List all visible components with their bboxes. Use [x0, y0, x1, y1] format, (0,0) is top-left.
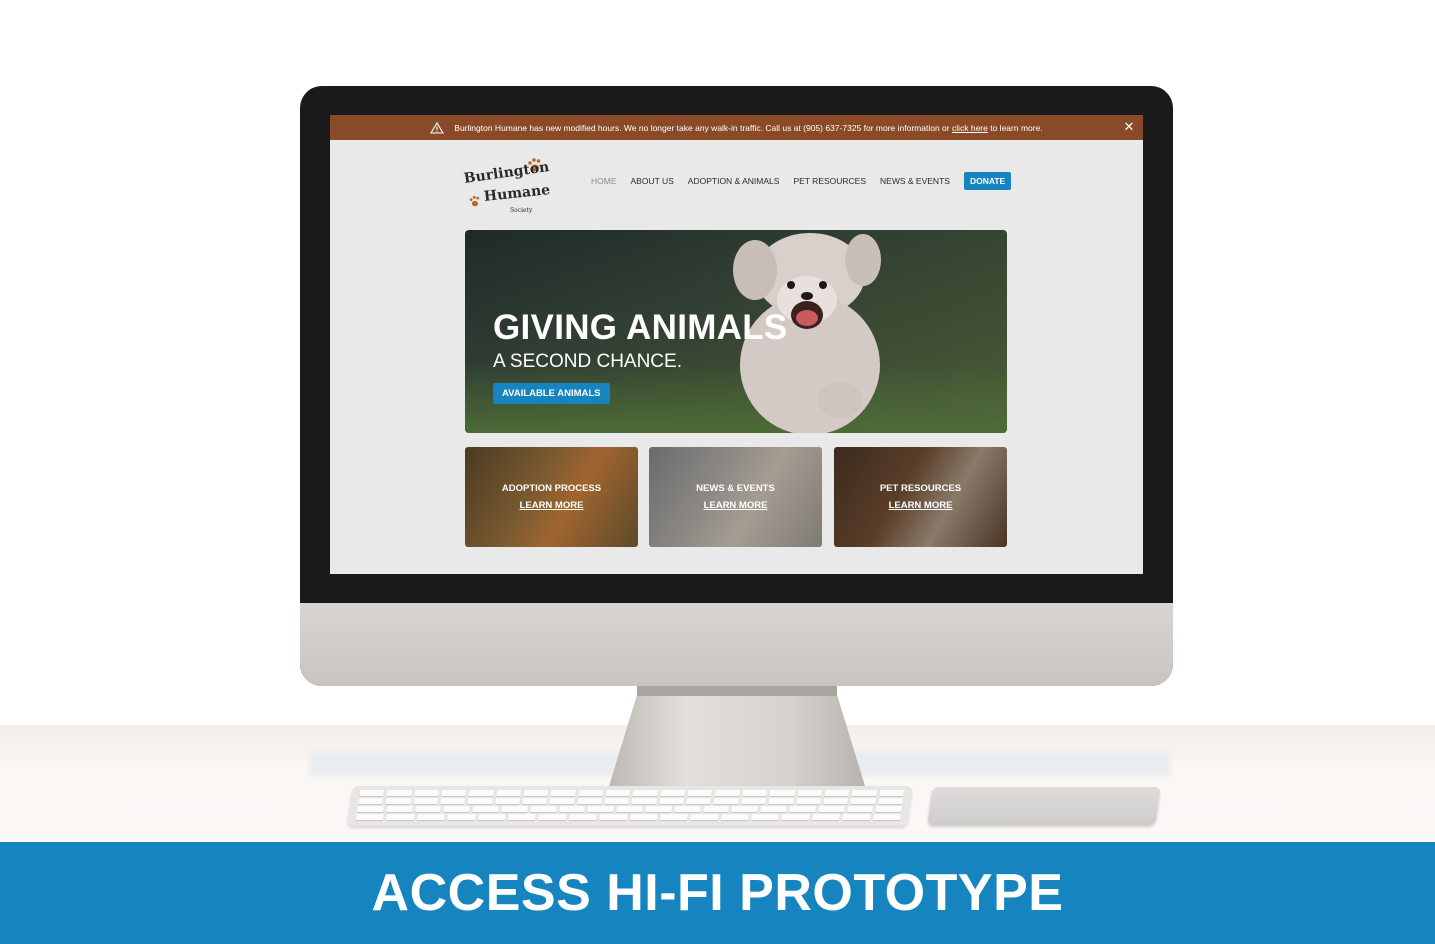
close-icon[interactable]: ✕ — [1123, 120, 1135, 134]
logo-line-3: Society — [510, 207, 533, 214]
footer-banner[interactable]: ACCESS HI-FI PROTOTYPE — [0, 842, 1435, 944]
nav-news-events[interactable]: NEWS & EVENTS — [880, 176, 950, 186]
paw-icon — [469, 195, 480, 207]
monitor-chin — [300, 603, 1173, 686]
alert-bar: Burlington Humane has new modified hours… — [330, 115, 1143, 140]
logo[interactable]: Burlington Humane Society — [463, 157, 551, 215]
main-nav: HOME ABOUT US ADOPTION & ANIMALS PET RES… — [591, 172, 1012, 190]
trackpad — [927, 787, 1161, 825]
warning-icon — [430, 121, 445, 134]
footer-title[interactable]: ACCESS HI-FI PROTOTYPE — [372, 863, 1064, 923]
card-pet-resources[interactable]: PET RESOURCES LEARN MORE — [834, 447, 1007, 547]
nav-pet-resources[interactable]: PET RESOURCES — [793, 176, 866, 186]
donate-button[interactable]: DONATE — [963, 172, 1012, 190]
monitor-stand — [609, 686, 865, 786]
hero-title: GIVING ANIMALS — [493, 308, 788, 347]
monitor-stand-neck — [637, 686, 837, 696]
monitor: Burlington Humane has new modified hours… — [300, 86, 1173, 686]
card-learn-more-link[interactable]: LEARN MORE — [465, 500, 638, 511]
card-title: ADOPTION PROCESS — [501, 483, 602, 494]
monitor-screen: Burlington Humane has new modified hours… — [330, 115, 1143, 574]
hero-banner: GIVING ANIMALS A SECOND CHANCE. AVAILABL… — [465, 230, 1007, 433]
keyboard — [347, 786, 913, 826]
nav-home[interactable]: HOME — [591, 176, 617, 186]
card-adoption-process[interactable]: ADOPTION PROCESS LEARN MORE — [465, 447, 638, 547]
alert-link[interactable]: click here — [952, 123, 988, 133]
card-news-events[interactable]: NEWS & EVENTS LEARN MORE — [649, 447, 822, 547]
logo-line-2: Humane — [483, 182, 551, 205]
feature-cards: ADOPTION PROCESS LEARN MORE NEWS & EVENT… — [465, 447, 1007, 547]
nav-adoption-animals[interactable]: ADOPTION & ANIMALS — [688, 176, 780, 186]
card-learn-more-link[interactable]: LEARN MORE — [834, 500, 1007, 511]
alert-text-before: Burlington Humane has new modified hours… — [454, 122, 952, 133]
card-title: NEWS & EVENTS — [696, 483, 775, 494]
hero-subtitle: A SECOND CHANCE. — [493, 351, 682, 372]
card-learn-more-link[interactable]: LEARN MORE — [649, 500, 822, 511]
nav-about-us[interactable]: ABOUT US — [631, 176, 674, 186]
alert-text-after: to learn more. — [987, 122, 1043, 133]
available-animals-button[interactable]: AVAILABLE ANIMALS — [493, 383, 610, 404]
card-title: PET RESOURCES — [879, 483, 962, 494]
alert-message: Burlington Humane has new modified hours… — [454, 123, 1042, 133]
